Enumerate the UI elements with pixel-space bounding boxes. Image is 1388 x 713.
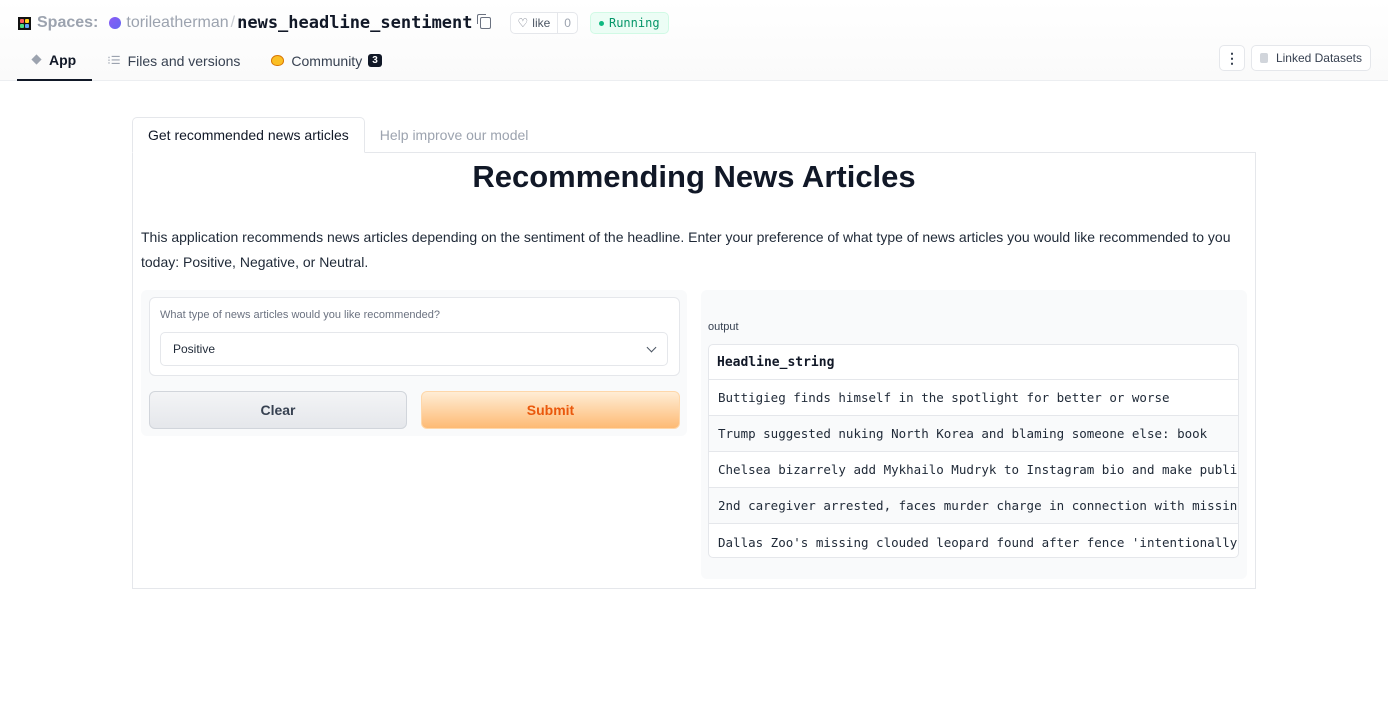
space-title-row: Spaces: torileatherman / news_headline_s…: [18, 12, 669, 34]
tab-help-improve[interactable]: Help improve our model: [365, 117, 544, 153]
spaces-label[interactable]: Spaces:: [37, 14, 98, 32]
database-icon: [1259, 53, 1268, 63]
page-title: Recommending News Articles: [472, 159, 916, 194]
table-header: Headline_string: [709, 345, 1238, 380]
tab-app-label: App: [49, 51, 77, 68]
table-row[interactable]: Dallas Zoo's missing clouded leopard fou…: [709, 524, 1238, 557]
clear-button[interactable]: Clear: [149, 391, 407, 429]
like-button[interactable]: ♡ like 0: [509, 12, 578, 34]
dropdown-label: What type of news articles would you lik…: [160, 309, 441, 321]
status-dot-icon: [598, 20, 604, 26]
output-table[interactable]: Headline_string Buttigieg finds himself …: [708, 344, 1239, 558]
app-tabs: Get recommended news articles Help impro…: [132, 117, 543, 153]
table-row[interactable]: 2nd caregiver arrested, faces murder cha…: [709, 488, 1238, 524]
status-badge: Running: [589, 12, 669, 34]
owner-avatar: [109, 17, 122, 29]
space-nav: App ⁝☰ Files and versions Community 3: [17, 40, 398, 81]
tab-community-label: Community: [291, 52, 363, 69]
heart-icon: ♡: [517, 16, 529, 30]
community-hand-icon: [271, 55, 285, 66]
huggingface-logo-icon[interactable]: [18, 16, 31, 30]
tab-app[interactable]: App: [17, 40, 93, 81]
top-header: Spaces: torileatherman / news_headline_s…: [0, 0, 1388, 81]
output-label: output: [708, 321, 739, 333]
tab-get-recommended[interactable]: Get recommended news articles: [132, 117, 365, 153]
status-text: Running: [608, 16, 660, 30]
table-row[interactable]: Chelsea bizarrely add Mykhailo Mudryk to…: [709, 452, 1238, 488]
tab-community[interactable]: Community 3: [256, 40, 397, 81]
linked-datasets-label: Linked Datasets: [1275, 51, 1362, 65]
dropdown-value: Positive: [173, 342, 216, 356]
header-actions: ⋮ Linked Datasets: [1218, 45, 1371, 71]
like-count[interactable]: 0: [557, 13, 577, 33]
tab-files-label: Files and versions: [127, 52, 241, 69]
files-icon: ⁝☰: [107, 55, 121, 67]
app-cube-icon: [31, 54, 42, 65]
chevron-down-icon: [646, 342, 657, 352]
path-separator: /: [230, 14, 236, 31]
like-label: like: [532, 16, 551, 30]
copy-icon[interactable]: [476, 14, 491, 29]
community-count-badge: 3: [368, 54, 382, 67]
app-description: This application recommends news article…: [141, 229, 1231, 270]
more-options-button[interactable]: ⋮: [1218, 45, 1245, 71]
submit-button[interactable]: Submit: [421, 391, 680, 429]
space-name-link[interactable]: news_headline_sentiment: [237, 13, 472, 33]
owner-link[interactable]: torileatherman: [126, 14, 228, 32]
table-row[interactable]: Trump suggested nuking North Korea and b…: [709, 416, 1238, 452]
table-row[interactable]: Buttigieg finds himself in the spotlight…: [709, 380, 1238, 416]
linked-datasets-button[interactable]: Linked Datasets: [1250, 45, 1371, 71]
tab-files-and-versions[interactable]: ⁝☰ Files and versions: [92, 40, 256, 81]
sentiment-dropdown[interactable]: Positive: [160, 332, 668, 366]
kebab-icon: ⋮: [1224, 49, 1239, 66]
